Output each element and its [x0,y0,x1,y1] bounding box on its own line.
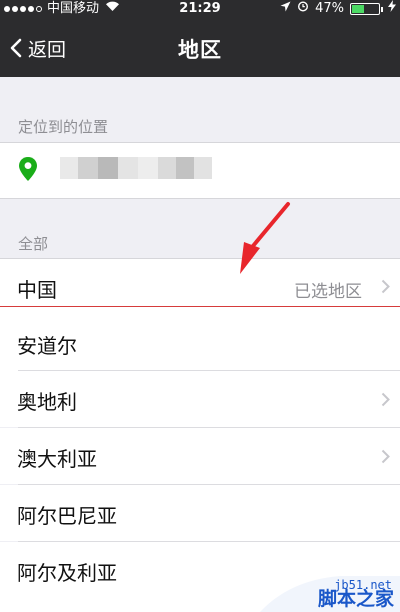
location-arrow-icon [280,0,291,17]
navigation-bar: 返回 地区 [0,20,400,77]
region-row-australia[interactable]: 澳大利亚 [0,428,400,484]
battery-fill [352,4,365,13]
region-label: 阿尔巴尼亚 [17,504,117,528]
region-label: 奥地利 [17,390,77,414]
all-section-header: 全部 [18,235,49,253]
region-row-china[interactable]: 中国 已选地区 [0,259,400,315]
region-row-andorra[interactable]: 安道尔 [0,315,400,371]
battery-icon [350,2,383,15]
region-row-albania[interactable]: 阿尔巴尼亚 [0,485,400,541]
watermark-text: 脚本之家 [317,588,394,610]
chevron-right-icon [381,279,390,294]
selected-region-badge: 已选地区 [294,282,362,302]
region-row-austria[interactable]: 奥地利 [0,371,400,427]
location-pin-icon [19,157,37,185]
region-label: 澳大利亚 [17,447,97,471]
region-label: 中国 [17,278,57,302]
location-section-header: 定位到的位置 [18,118,109,136]
page-title: 地区 [178,38,222,62]
divider [0,198,400,199]
annotation-arrow [240,202,290,274]
charging-icon [388,0,396,17]
location-value-redacted [60,157,212,179]
top-bar: 中国移动 21:29 47% 返回 地区 [0,0,400,77]
status-bar: 中国移动 21:29 47% [0,0,400,18]
chevron-right-icon [381,392,390,407]
watermark: jb51.net 脚本之家 [260,570,400,612]
region-label: 阿尔及利亚 [17,561,117,585]
highlight-underline [0,306,400,307]
alarm-icon [297,0,309,17]
battery-percent: 47% [315,1,344,16]
region-label: 安道尔 [17,334,77,358]
status-right-group: 47% [280,0,396,17]
chevron-right-icon [381,449,390,464]
